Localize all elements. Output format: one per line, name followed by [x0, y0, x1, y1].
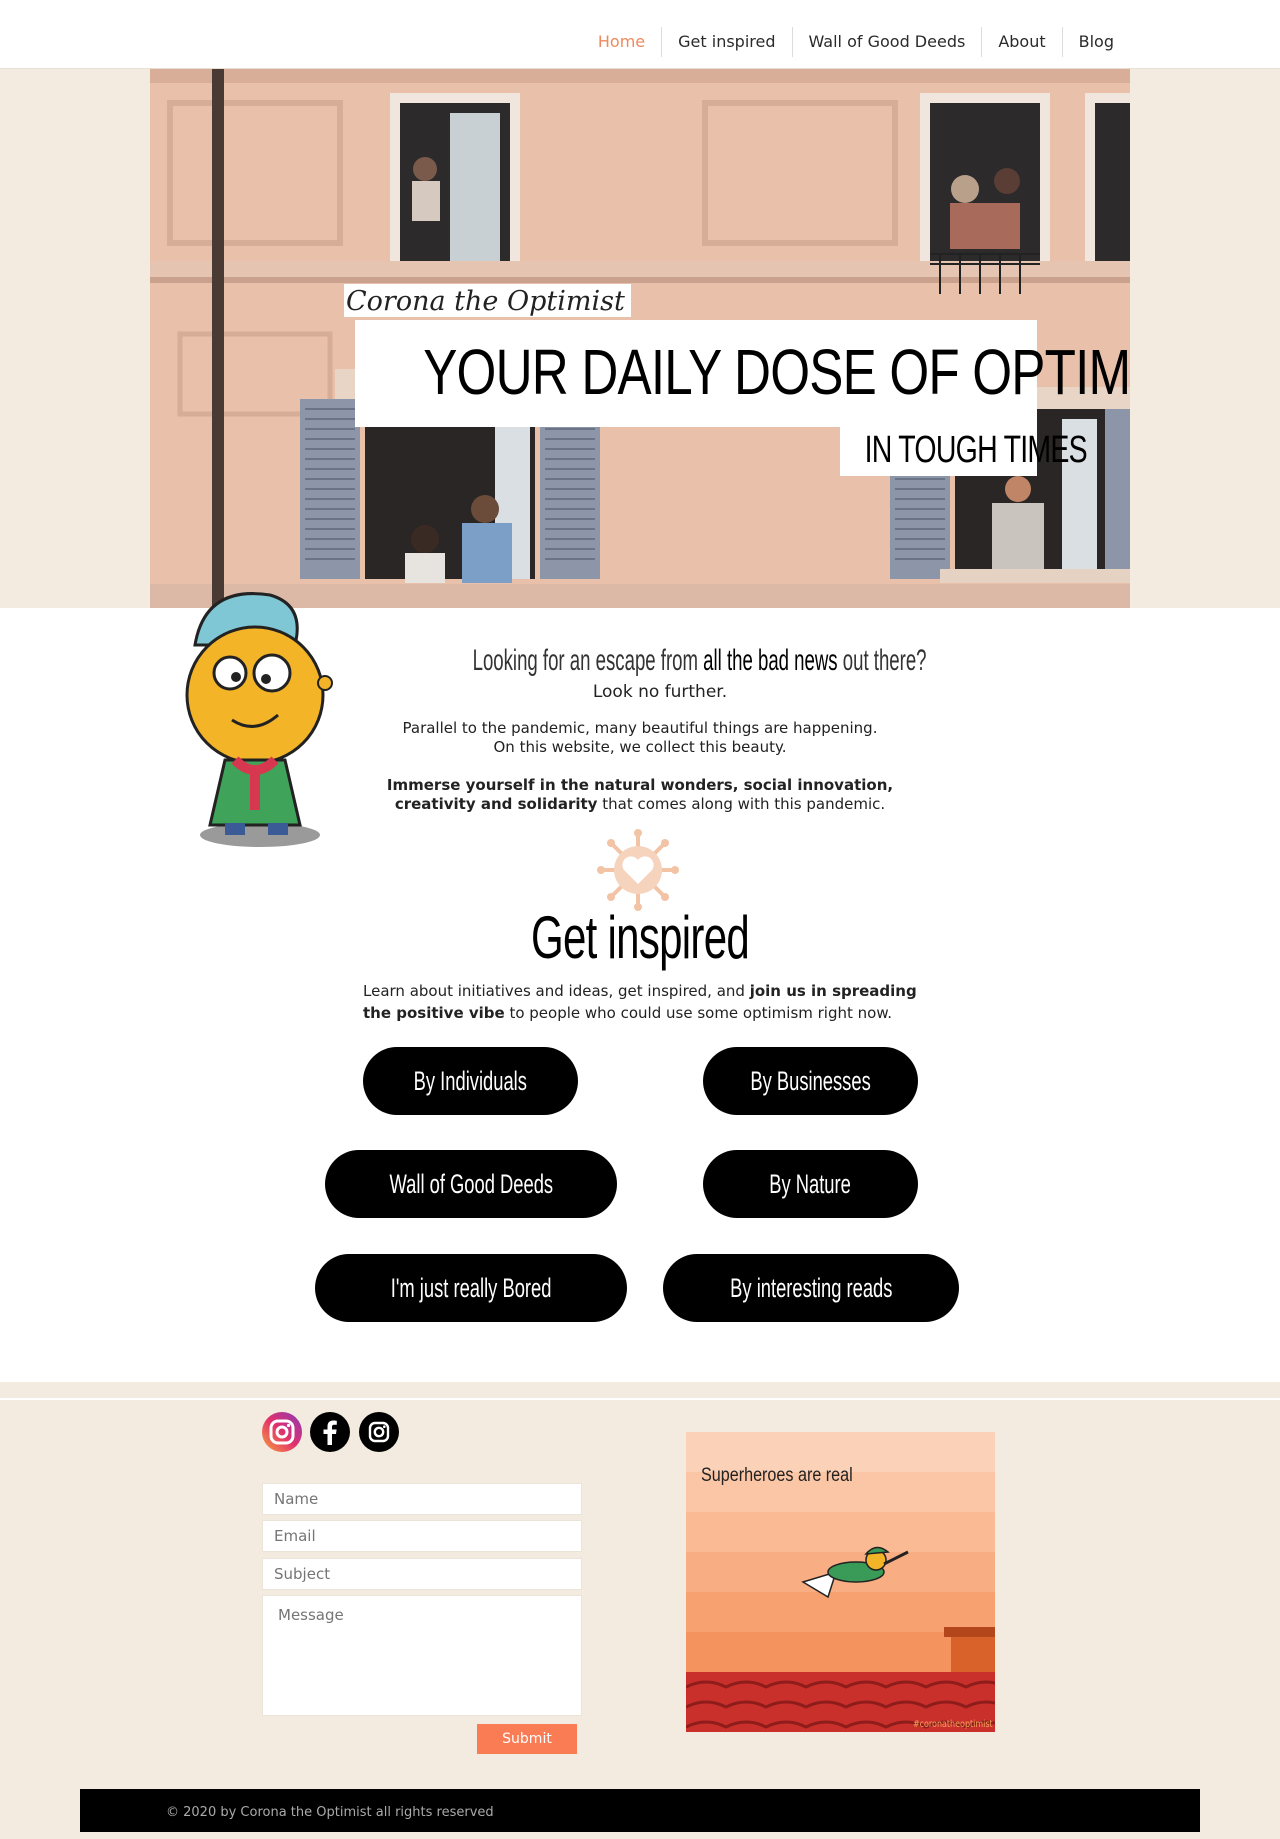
by-interesting-reads-button[interactable]: By interesting reads — [663, 1254, 959, 1322]
intro-heading: Looking for an escape from all the bad n… — [472, 644, 927, 678]
facebook-icon[interactable] — [310, 1412, 350, 1452]
subject-field[interactable] — [262, 1558, 582, 1590]
promo-hashtag: #coronatheoptimist — [913, 1719, 993, 1730]
get-inspired-text-part2: to people who could use some optimism ri… — [504, 1004, 892, 1022]
hero-subtitle-box: Corona the Optimist — [344, 284, 631, 317]
get-inspired-title: Get inspired — [530, 904, 750, 971]
intro-paragraph-1-line-1: Parallel to the pandemic, many beautiful… — [402, 719, 878, 737]
by-businesses-button[interactable]: By Businesses — [703, 1047, 918, 1115]
by-individuals-label: By Individuals — [413, 1065, 528, 1096]
intro-paragraph-2-bold-1: Immerse yourself in the natural wonders,… — [386, 776, 894, 794]
just-really-bored-label: I'm just really Bored — [390, 1272, 552, 1303]
hero-title-box: Your daily dose of optimism — [355, 320, 1130, 427]
get-inspired-text: Learn about initiatives and ideas, get i… — [363, 980, 923, 1024]
intro-heading-part1: Looking for an escape from — [472, 644, 704, 677]
heart-virus-icon — [597, 829, 679, 911]
footer — [0, 1382, 1280, 1839]
intro-paragraph-2: Immerse yourself in the natural wonders,… — [370, 776, 910, 814]
intro-heading-part2: out there? — [837, 644, 927, 677]
main-nav: Home Get inspired Wall of Good Deeds Abo… — [582, 27, 1130, 57]
name-field[interactable] — [262, 1483, 582, 1515]
top-bar: Home Get inspired Wall of Good Deeds Abo… — [0, 0, 1280, 69]
mascot-illustration — [185, 592, 333, 847]
hero-banner: Corona the Optimist Your daily dose of o… — [150, 69, 1130, 608]
nav-item-blog[interactable]: Blog — [1061, 27, 1130, 57]
intro-heading-bold: all the bad news — [703, 644, 838, 677]
just-really-bored-button[interactable]: I'm just really Bored — [315, 1254, 627, 1322]
copyright-text: © 2020 by Corona the Optimist all rights… — [166, 1805, 494, 1820]
superheroes-promo-image: Superheroes are real #coronatheoptimist — [686, 1432, 995, 1732]
nav-item-wall-of-good-deeds[interactable]: Wall of Good Deeds — [791, 27, 982, 57]
email-field[interactable] — [262, 1520, 582, 1552]
hero-tagline: In tough times — [864, 429, 1088, 471]
intro-paragraph-2-rest: that comes along with this pandemic. — [597, 795, 886, 813]
hero-tagline-box: In tough times — [840, 424, 1088, 476]
hero-subtitle: Corona the Optimist — [346, 286, 625, 317]
intro-paragraph-2-bold-2: creativity and solidarity — [394, 795, 598, 813]
hero-title: Your daily dose of optimism — [423, 336, 1130, 408]
by-nature-label: By Nature — [769, 1168, 852, 1199]
intro-subheading: Look no further. — [592, 682, 728, 702]
message-field[interactable] — [262, 1595, 582, 1716]
get-inspired-text-part1: Learn about initiatives and ideas, get i… — [363, 982, 750, 1000]
wall-of-good-deeds-button[interactable]: Wall of Good Deeds — [325, 1150, 617, 1218]
promo-caption: Superheroes are real — [701, 1465, 853, 1486]
intro-paragraph-1: Parallel to the pandemic, many beautiful… — [370, 719, 910, 757]
nav-item-about[interactable]: About — [981, 27, 1061, 57]
wall-of-good-deeds-label: Wall of Good Deeds — [389, 1168, 553, 1199]
by-businesses-label: By Businesses — [750, 1065, 871, 1096]
by-interesting-reads-label: By interesting reads — [729, 1272, 893, 1303]
by-nature-button[interactable]: By Nature — [703, 1150, 918, 1218]
instagram-icon[interactable] — [359, 1412, 399, 1452]
intro-paragraph-1-line-2: On this website, we collect this beauty. — [493, 738, 787, 756]
footer-divider — [0, 1398, 1280, 1400]
submit-button[interactable]: Submit — [477, 1724, 577, 1754]
nav-item-get-inspired[interactable]: Get inspired — [661, 27, 791, 57]
by-individuals-button[interactable]: By Individuals — [363, 1047, 578, 1115]
instagram-color-icon[interactable] — [262, 1412, 302, 1452]
copyright-bar: © 2020 by Corona the Optimist all rights… — [80, 1789, 1200, 1832]
nav-item-home[interactable]: Home — [582, 27, 661, 57]
